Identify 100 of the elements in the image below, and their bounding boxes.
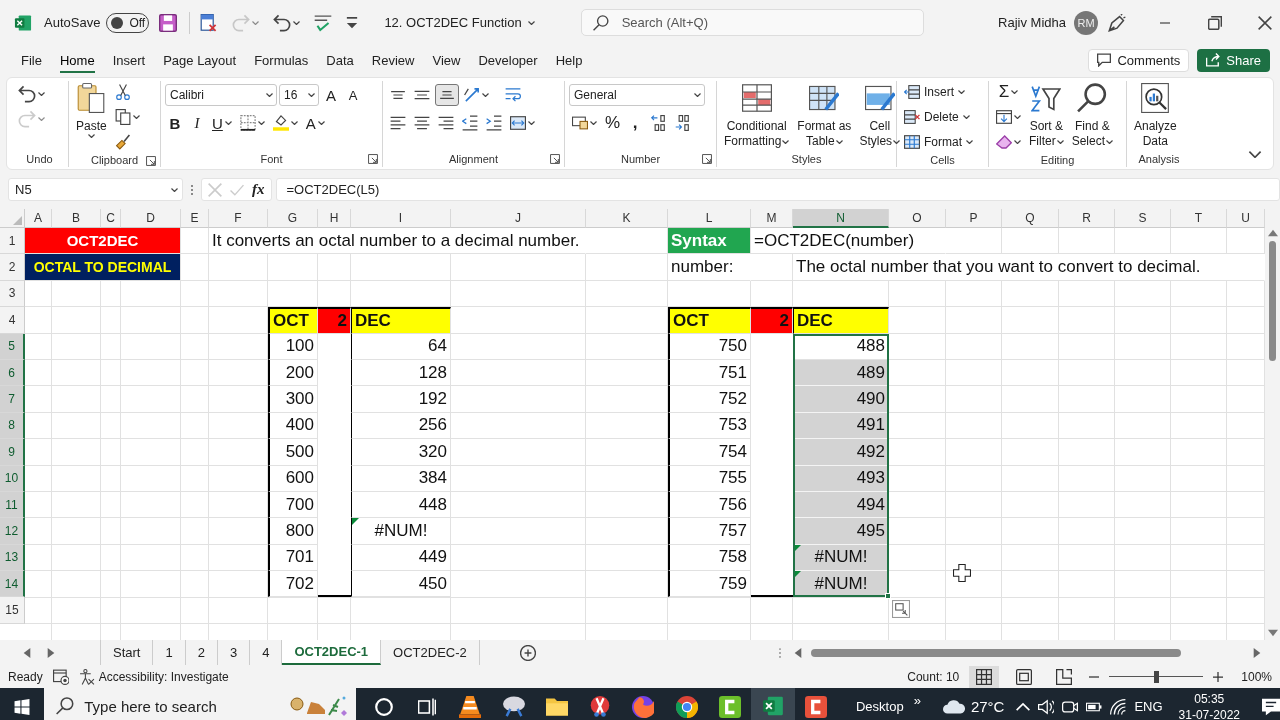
share-button[interactable]: Share [1197,48,1270,72]
format-as-table-button[interactable]: Format as Table [794,81,855,151]
scroll-thumb[interactable] [1269,241,1276,361]
new-sheet-button[interactable] [519,644,536,661]
row-header[interactable]: 12 [0,518,25,545]
column-header[interactable]: L [668,209,751,228]
sheet-tab[interactable]: 2 [185,640,218,665]
ribbon-tab[interactable]: Help [546,47,592,73]
sheet-tab[interactable]: Start [100,640,154,665]
font-size-dropdown[interactable]: 16 [279,84,319,106]
name-box[interactable]: N5 [8,178,183,201]
column-header[interactable]: H [318,209,351,228]
autosum-button[interactable]: Σ [993,81,1024,103]
row-header[interactable]: 9 [0,439,25,466]
sort-filter-button[interactable]: Sort & Filter [1026,81,1067,151]
row-header[interactable]: 14 [0,571,25,598]
bottom-align-button[interactable] [435,84,459,106]
column-header[interactable]: R [1059,209,1115,228]
file-name-button[interactable]: 12. OCT2DEC Function [380,7,539,38]
caret-icon [87,134,95,138]
browser-icon [675,695,698,718]
sheet-tab[interactable]: OCT2DEC-2 [381,640,480,665]
ribbon-tab[interactable]: File [12,47,51,73]
column-header[interactable]: U [1227,209,1265,228]
column-header[interactable]: B [52,209,101,228]
row-header[interactable]: 7 [0,386,25,413]
column-header[interactable]: F [209,209,268,228]
analyze-data-button[interactable]: Analyze Data [1131,81,1180,151]
column-header[interactable]: P [946,209,1002,228]
row-header[interactable]: 5 [0,333,25,360]
insert-button[interactable]: Insert [901,81,968,103]
normal-view-button[interactable] [969,665,1000,688]
caret-icon [171,187,178,192]
font-name-dropdown[interactable]: Calibri [165,84,277,106]
column-header[interactable]: E [181,209,209,228]
dialog-launcher-icon [550,154,560,164]
ribbon-tab[interactable]: Data [317,47,363,73]
ribbon-tab[interactable]: Page Layout [154,47,246,73]
row-header[interactable]: 4 [0,307,25,334]
comma-button[interactable]: , [625,112,646,134]
grow-font-button[interactable]: A [321,84,341,106]
column-header[interactable]: M [751,209,793,228]
ribbon-tab[interactable]: Insert [103,47,155,73]
column-header[interactable]: A [25,209,52,228]
shrink-font-button[interactable]: A [343,84,363,106]
column-header[interactable]: Q [1002,209,1059,228]
formula-field[interactable]: =OCT2DEC(L5) [275,178,1280,201]
row-header[interactable]: 6 [0,359,25,387]
fill-down-icon [996,109,1012,125]
ribbon-tab[interactable]: Developer [469,47,547,73]
font-color-button[interactable]: A [302,112,328,134]
underline-button[interactable]: U [209,112,235,134]
column-header[interactable]: N [793,209,889,228]
row-header[interactable]: 3 [0,280,25,308]
row-header[interactable]: 11 [0,491,25,519]
column-header[interactable]: D [121,209,181,228]
find-select-button[interactable]: Find & Select [1068,81,1117,151]
row-header[interactable]: 8 [0,412,25,440]
column-header[interactable]: S [1115,209,1171,228]
ribbon-tab[interactable]: Review [362,47,424,73]
comments-button[interactable]: Comments [1088,48,1190,72]
column-header[interactable]: O [889,209,946,228]
column-header[interactable]: K [586,209,668,228]
sheet-tab[interactable]: OCT2DEC-1 [282,640,382,665]
column-header[interactable]: T [1171,209,1227,228]
delete-button[interactable]: Delete [901,106,973,128]
search-field[interactable]: Search (Alt+Q) [580,9,924,36]
group-label: Styles [791,153,822,165]
number-format-dropdown[interactable]: General [569,84,705,106]
row-header[interactable]: 10 [0,465,25,492]
ribbon-tab[interactable]: Home [50,47,104,73]
accessibility-button[interactable]: Accessibility: Investigate [78,668,229,685]
undo-icon [18,85,36,103]
paste-button[interactable]: Paste [73,81,110,140]
sheet-tab[interactable]: 1 [153,640,186,665]
scroll-thumb[interactable] [811,648,1181,657]
taskbar-search-field[interactable]: Type here to search [44,688,357,720]
row-header[interactable]: 1 [0,228,25,255]
table-cell: 320 [351,439,451,466]
conditional-formatting-button[interactable]: Conditional Formatting [721,81,793,151]
row-header[interactable]: 15 [0,597,25,624]
caret-icon [293,20,301,25]
app-logo-icon [14,13,32,32]
column-header[interactable]: G [268,209,318,228]
column-header[interactable]: C [101,209,121,228]
column-header[interactable]: J [451,209,586,228]
zoom-slider[interactable] [1109,669,1204,684]
format-button[interactable]: Format [901,131,976,153]
percent-button[interactable]: % [602,112,624,134]
row-header[interactable]: 13 [0,544,25,572]
user-name: Rajiv Midha [998,15,1066,30]
bold-button[interactable]: B [165,112,185,134]
row-header[interactable]: 2 [0,254,25,281]
column-header[interactable]: I [351,209,451,228]
sheet-tab[interactable]: 3 [217,640,251,665]
ribbon-tab[interactable]: Formulas [245,47,318,73]
cell-styles-button[interactable]: Cell Styles [856,81,904,151]
ribbon-tab[interactable]: View [423,47,470,73]
undo-button[interactable] [15,83,48,105]
italic-button[interactable]: I [187,112,207,134]
